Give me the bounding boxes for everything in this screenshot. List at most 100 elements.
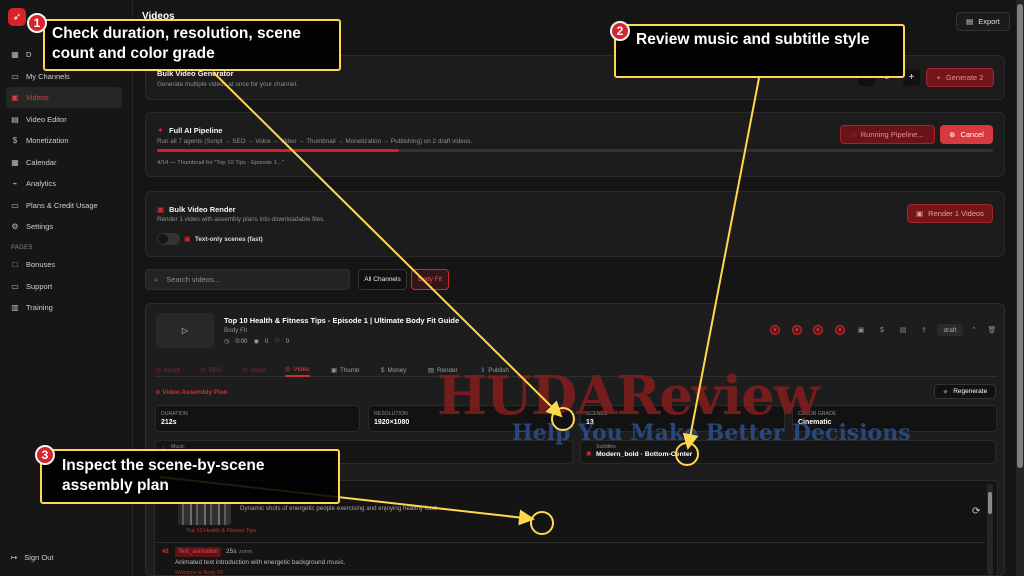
cancel-icon: ⊗ — [949, 130, 956, 139]
tab-seo[interactable]: ◎ SEO — [200, 363, 222, 377]
video-title[interactable]: Top 10 Health & Fitness Tips - Episode 1… — [224, 316, 459, 325]
text-only-toggle[interactable] — [157, 233, 180, 245]
regenerate-button[interactable]: ✧ Regenerate — [934, 384, 996, 399]
scene-number: #2 — [162, 549, 169, 555]
scene-row[interactable]: #2 Text_animation 25s zoom Animated text… — [155, 542, 985, 575]
voice-tab-icon: ◎ — [242, 366, 248, 374]
plan-title-text: Video Assembly Plan — [162, 389, 228, 396]
delete-icon[interactable]: 🗑 — [987, 325, 997, 335]
pages-section-label: PAGES — [11, 245, 33, 251]
running-pipeline-button[interactable]: ◌ Running Pipeline... — [840, 125, 935, 144]
scene-link[interactable]: Top 10 Health & Fitness Tips — [186, 528, 256, 534]
sidebar-item-label: Videos — [26, 93, 49, 102]
gift-icon: □ — [12, 260, 18, 269]
thumbnail-icon[interactable]: ▣ — [856, 325, 866, 335]
scene-thumbnail[interactable] — [178, 501, 231, 525]
tab-render[interactable]: ▤ Render — [428, 363, 458, 377]
render-status-icon[interactable]: ▤ — [898, 325, 908, 335]
export-button[interactable]: ▤ Export — [956, 12, 1010, 31]
increase-count-button[interactable]: + — [903, 69, 920, 86]
video-views: 0 — [264, 338, 269, 345]
video-icon: ▣ — [11, 93, 19, 102]
cancel-label: Cancel — [960, 130, 984, 139]
gear-icon: ⚙ — [11, 222, 19, 231]
sidebar-item-support[interactable]: ▭ Support — [6, 276, 122, 297]
sidebar-item-bonuses[interactable]: □ Bonuses — [6, 254, 122, 275]
scene-list-scrollbar[interactable] — [987, 484, 993, 575]
sidebar-item-videos[interactable]: ▣ Videos — [6, 87, 122, 108]
tab-thumb[interactable]: ▣ Thumb — [331, 363, 360, 377]
generate-label: Generate 2 — [945, 73, 984, 82]
publish-tab-icon: ⇪ — [480, 366, 486, 374]
video-workflow-tabs: ◎ Script ◎ SEO ◎ Voice ◎ Video ▣ Thumb $ Money… — [155, 359, 997, 377]
credit-card-icon: ▭ — [11, 200, 19, 210]
voice-status-icon[interactable]: • — [813, 325, 823, 335]
full-ai-pipeline-card: ✦ Full AI Pipeline Run all 7 agents (Scr… — [145, 112, 1005, 177]
pipeline-title: Full AI Pipeline — [169, 126, 223, 135]
tab-label: Money — [387, 366, 407, 374]
generate-button[interactable]: + Generate 2 — [926, 68, 994, 87]
render-description: Render 1 video with assembly plans into … — [157, 216, 326, 223]
play-icon: ▷ — [181, 326, 189, 335]
script-status-icon[interactable]: • — [770, 325, 780, 335]
page-scrollbar[interactable] — [1016, 0, 1024, 576]
scene-effect: zoom — [239, 549, 253, 555]
video-tab-icon: ◎ — [285, 365, 291, 373]
tab-label: Video — [293, 365, 310, 373]
subtitles-detail: ▣ Subtitles Modern_bold · Bottom-Center — [580, 440, 996, 464]
tab-voice[interactable]: ◎ Voice — [242, 363, 266, 377]
sidebar-item-calendar[interactable]: ▦ Calendar — [6, 152, 122, 173]
sign-out-button[interactable]: ↦ Sign Out — [11, 553, 53, 562]
sidebar-nav: ▦ D ▭ My Channels ▣ Videos ▤ Video Editor $ M… — [6, 44, 122, 319]
dollar-icon: $ — [12, 136, 18, 145]
tab-video[interactable]: ◎ Video — [285, 363, 310, 377]
scene-type-badge: Text_animation — [175, 547, 222, 557]
clock-icon: ◷ — [224, 338, 230, 345]
sidebar-item-label: Calendar — [26, 157, 57, 167]
collapse-icon[interactable]: ⌃ — [969, 325, 979, 335]
sign-out-icon: ↦ — [11, 553, 18, 562]
rocket-icon: ➶ — [8, 8, 26, 26]
export-label: Export — [978, 17, 1000, 26]
all-channels-filter[interactable]: All Channels — [358, 269, 407, 290]
sidebar-item-training[interactable]: ▥ Training — [6, 297, 122, 318]
scene-link[interactable]: Welcome to Body Fit — [175, 570, 223, 575]
video-card: ▷ Top 10 Health & Fitness Tips - Episode… — [145, 303, 1005, 576]
callout-3: Inspect the scene-by-scene assembly plan — [40, 449, 340, 504]
callout-2: Review music and subtitle style — [614, 24, 905, 78]
video-thumbnail[interactable]: ▷ — [156, 313, 214, 348]
video-assembly-plan-title: ⊙ Video Assembly Plan — [155, 388, 228, 396]
tab-script[interactable]: ◎ Script — [155, 363, 180, 377]
sidebar-item-monetization[interactable]: $ Monetization — [6, 130, 122, 151]
sidebar-item-plans[interactable]: ▭ Plans & Credit Usage — [6, 195, 122, 216]
cancel-button[interactable]: ⊗ Cancel — [940, 125, 993, 144]
video-status-icon[interactable]: • — [835, 325, 845, 335]
body-fit-filter[interactable]: Body Fit — [411, 269, 449, 290]
stat-label: Scenes — [586, 411, 608, 417]
stat-label: Color Grade — [798, 411, 837, 417]
render-videos-button[interactable]: ▣ Render 1 Videos — [907, 204, 993, 223]
scene-duration: 25s — [226, 548, 237, 555]
book-icon: ▥ — [11, 303, 19, 312]
scene-text: Animated text introduction with energeti… — [175, 559, 346, 566]
video-channel: Body Fit — [224, 327, 248, 334]
sidebar-item-settings[interactable]: ⚙ Settings — [6, 216, 122, 237]
refresh-icon[interactable]: ⟳ — [972, 506, 980, 517]
publish-icon[interactable]: ⇪ — [919, 325, 929, 335]
tab-label: SEO — [208, 366, 222, 374]
search-videos-input[interactable]: ⌕ Search videos... — [145, 269, 350, 290]
stat-value: 1920×1080 — [374, 419, 410, 426]
seo-status-icon[interactable]: • — [792, 325, 802, 335]
bulk-generator-description: Generate multiple videos at once for you… — [157, 81, 298, 88]
regenerate-label: Regenerate — [953, 388, 988, 395]
sidebar-item-analytics[interactable]: ⌁ Analytics — [6, 173, 122, 194]
support-icon: ▭ — [11, 281, 19, 291]
tab-money[interactable]: $ Money — [381, 363, 406, 377]
callout-1: Check duration, resolution, scene count … — [43, 19, 341, 71]
tab-publish[interactable]: ⇪ Publish — [480, 363, 509, 377]
money-icon[interactable]: $ — [877, 325, 887, 335]
sidebar-item-video-editor[interactable]: ▤ Video Editor — [6, 109, 122, 130]
callout-text: Review music and subtitle style — [636, 31, 870, 48]
video-likes: 0 — [285, 338, 290, 345]
scenes-stat: Scenes 13 — [580, 405, 785, 432]
